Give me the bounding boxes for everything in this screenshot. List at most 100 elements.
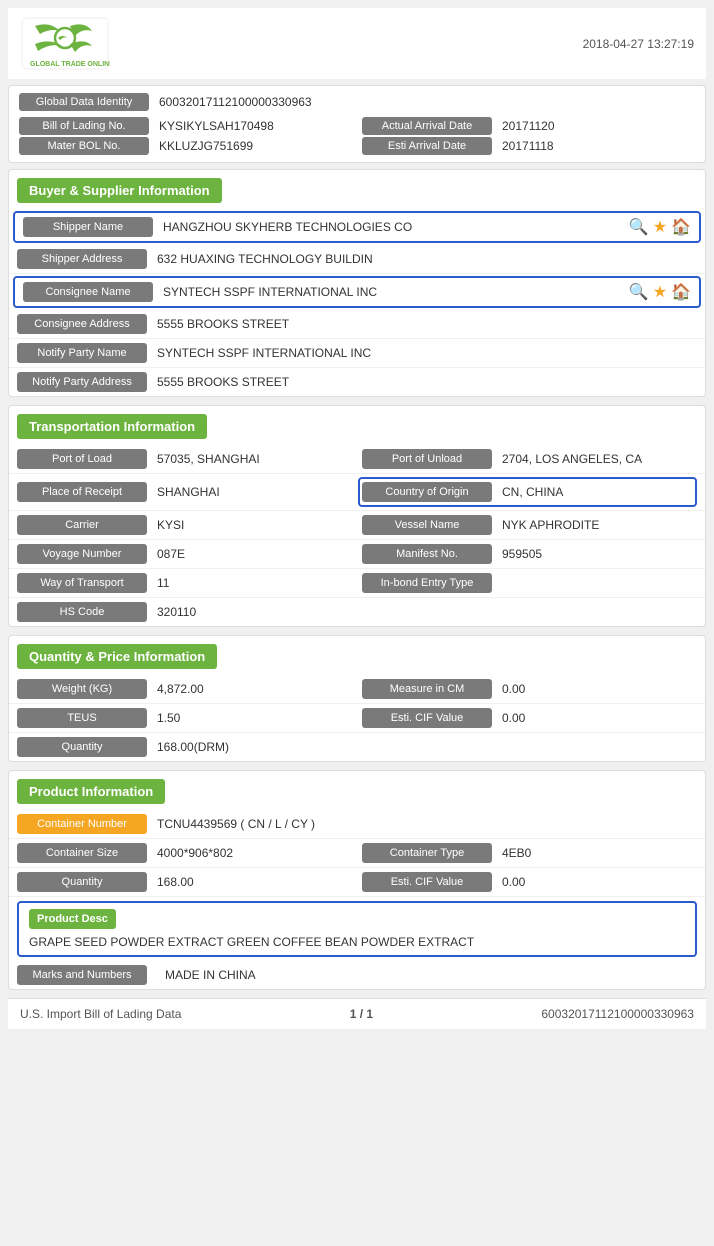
shipper-name-row: Shipper Name HANGZHOU SKYHERB TECHNOLOGI… [13, 211, 701, 243]
carrier-vessel-row: Carrier KYSI Vessel Name NYK APHRODITE [9, 511, 705, 540]
voyage-number-label: Voyage Number [17, 544, 147, 564]
way-of-transport-pair: Way of Transport 11 [17, 572, 352, 594]
esti-cif-label: Esti. CIF Value [362, 708, 492, 728]
notify-party-address-row: Notify Party Address 5555 BROOKS STREET [9, 368, 705, 396]
esti-arrival-value: 20171118 [492, 136, 564, 156]
way-of-transport-label: Way of Transport [17, 573, 147, 593]
port-of-unload-pair: Port of Unload 2704, LOS ANGELES, CA [362, 448, 697, 470]
quantity-price-header: Quantity & Price Information [17, 644, 217, 669]
inbond-entry-value [492, 579, 697, 587]
product-esti-cif-value: 0.00 [492, 871, 697, 893]
notify-party-name-value: SYNTECH SSPF INTERNATIONAL INC [147, 342, 697, 364]
shipper-address-value: 632 HUAXING TECHNOLOGY BUILDIN [147, 248, 697, 270]
hs-code-row: HS Code 320110 [9, 598, 705, 626]
marks-numbers-row: Marks and Numbers MADE IN CHINA [9, 961, 705, 989]
product-info-section: Product Information Container Number TCN… [8, 770, 706, 990]
product-quantity-value: 168.00 [147, 871, 352, 893]
place-country-row: Place of Receipt SHANGHAI Country of Ori… [9, 474, 705, 511]
notify-party-name-label: Notify Party Name [17, 343, 147, 363]
container-number-label: Container Number [17, 814, 147, 834]
consignee-name-icons: 🔍 ★ 🏠 [629, 282, 691, 302]
port-of-unload-value: 2704, LOS ANGELES, CA [492, 448, 697, 470]
container-number-value: TCNU4439569 ( CN / L / CY ) [147, 813, 697, 835]
home-icon-2[interactable]: 🏠 [671, 282, 691, 302]
notify-party-name-row: Notify Party Name SYNTECH SSPF INTERNATI… [9, 339, 705, 368]
quantity-row: Quantity 168.00(DRM) [9, 733, 705, 761]
global-data-value: 60032017112100000330963 [149, 92, 322, 112]
country-of-origin-pair: Country of Origin CN, CHINA [358, 477, 697, 507]
measure-in-cm-label: Measure in CM [362, 679, 492, 699]
place-of-receipt-pair: Place of Receipt SHANGHAI [17, 477, 348, 507]
port-of-load-pair: Port of Load 57035, SHANGHAI [17, 448, 352, 470]
product-quantity-pair: Quantity 168.00 [17, 871, 352, 893]
consignee-address-label: Consignee Address [17, 314, 147, 334]
carrier-value: KYSI [147, 514, 352, 536]
star-icon[interactable]: ★ [653, 217, 667, 237]
actual-arrival-pair: Actual Arrival Date 20171120 [362, 116, 695, 136]
teus-value: 1.50 [147, 707, 352, 729]
weight-label: Weight (KG) [17, 679, 147, 699]
mater-bol-label: Mater BOL No. [19, 137, 149, 155]
quantity-price-section: Quantity & Price Information Weight (KG)… [8, 635, 706, 762]
bill-of-lading-value: KYSIKYLSAH170498 [149, 116, 284, 136]
footer-left: U.S. Import Bill of Lading Data [20, 1007, 181, 1021]
product-quantity-label: Quantity [17, 872, 147, 892]
place-of-receipt-label: Place of Receipt [17, 482, 147, 502]
hs-code-label: HS Code [17, 602, 147, 622]
product-esti-cif-pair: Esti. CIF Value 0.00 [362, 871, 697, 893]
shipper-name-icons: 🔍 ★ 🏠 [629, 217, 691, 237]
way-inbond-row: Way of Transport 11 In-bond Entry Type [9, 569, 705, 598]
place-of-receipt-value: SHANGHAI [147, 481, 348, 503]
buyer-supplier-header: Buyer & Supplier Information [17, 178, 222, 203]
mater-bol-pair: Mater BOL No. KKLUZJG751699 [19, 136, 352, 156]
manifest-no-label: Manifest No. [362, 544, 492, 564]
home-icon[interactable]: 🏠 [671, 217, 691, 237]
datetime: 2018-04-27 13:27:19 [583, 37, 694, 51]
shipper-name-label: Shipper Name [23, 217, 153, 237]
shipper-address-label: Shipper Address [17, 249, 147, 269]
product-desc-box: Product Desc GRAPE SEED POWDER EXTRACT G… [17, 901, 697, 957]
container-size-label: Container Size [17, 843, 147, 863]
star-icon-2[interactable]: ★ [653, 282, 667, 302]
way-of-transport-value: 11 [147, 572, 352, 594]
global-data-row: Global Data Identity 6003201711210000033… [19, 92, 695, 112]
container-size-value: 4000*906*802 [147, 842, 352, 864]
search-icon[interactable]: 🔍 [629, 217, 649, 237]
actual-arrival-value: 20171120 [492, 116, 565, 136]
product-info-header: Product Information [17, 779, 165, 804]
teus-pair: TEUS 1.50 [17, 707, 352, 729]
product-esti-cif-label: Esti. CIF Value [362, 872, 492, 892]
esti-cif-value: 0.00 [492, 707, 697, 729]
country-of-origin-value: CN, CHINA [492, 481, 693, 503]
consignee-address-row: Consignee Address 5555 BROOKS STREET [9, 310, 705, 339]
carrier-label: Carrier [17, 515, 147, 535]
inbond-entry-pair: In-bond Entry Type [362, 572, 697, 594]
consignee-name-label: Consignee Name [23, 282, 153, 302]
teus-cif-row: TEUS 1.50 Esti. CIF Value 0.00 [9, 704, 705, 733]
product-desc-label: Product Desc [29, 909, 116, 929]
voyage-number-pair: Voyage Number 087E [17, 543, 352, 565]
voyage-manifest-row: Voyage Number 087E Manifest No. 959505 [9, 540, 705, 569]
container-type-pair: Container Type 4EB0 [362, 842, 697, 864]
transportation-section: Transportation Information Port of Load … [8, 405, 706, 627]
product-desc-value: GRAPE SEED POWDER EXTRACT GREEN COFFEE B… [29, 935, 685, 949]
footer: U.S. Import Bill of Lading Data 1 / 1 60… [8, 998, 706, 1029]
consignee-name-value: SYNTECH SSPF INTERNATIONAL INC [153, 281, 623, 303]
identity-bar: Global Data Identity 6003201711210000033… [8, 85, 706, 163]
global-data-label: Global Data Identity [19, 93, 149, 111]
shipper-name-value: HANGZHOU SKYHERB TECHNOLOGIES CO [153, 216, 623, 238]
manifest-no-pair: Manifest No. 959505 [362, 543, 697, 565]
teus-label: TEUS [17, 708, 147, 728]
bill-arrival-row: Bill of Lading No. KYSIKYLSAH170498 Actu… [19, 116, 695, 136]
logo: GLOBAL TRADE ONLINE LIMITED [20, 16, 110, 71]
mater-esti-row: Mater BOL No. KKLUZJG751699 Esti Arrival… [19, 136, 695, 156]
footer-center: 1 / 1 [350, 1007, 373, 1021]
container-number-row: Container Number TCNU4439569 ( CN / L / … [9, 810, 705, 839]
notify-party-address-label: Notify Party Address [17, 372, 147, 392]
svg-text:GLOBAL TRADE ONLINE LIMITED: GLOBAL TRADE ONLINE LIMITED [30, 61, 110, 68]
vessel-name-label: Vessel Name [362, 515, 492, 535]
notify-party-address-value: 5555 BROOKS STREET [147, 371, 697, 393]
inbond-entry-label: In-bond Entry Type [362, 573, 492, 593]
product-quantity-cif-row: Quantity 168.00 Esti. CIF Value 0.00 [9, 868, 705, 897]
search-icon-2[interactable]: 🔍 [629, 282, 649, 302]
